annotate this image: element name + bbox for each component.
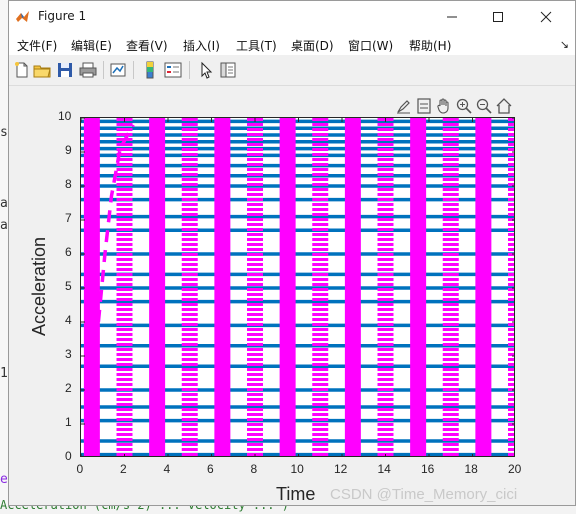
- watermark: CSDN @Time_Memory_cici: [330, 486, 518, 503]
- toolbar-separator: [189, 61, 190, 79]
- menu-file[interactable]: 文件(F): [17, 37, 57, 54]
- link-icon[interactable]: [109, 61, 127, 79]
- y-tick-label: 1: [65, 415, 72, 429]
- close-icon: [540, 11, 552, 22]
- toolbar-separator: [133, 61, 134, 79]
- save-icon[interactable]: [56, 61, 74, 79]
- background-fragment: e: [0, 472, 8, 487]
- x-tick-label: 14: [377, 462, 391, 476]
- title-bar: Figure 1: [9, 1, 575, 32]
- y-tick-label: 7: [65, 211, 72, 225]
- x-tick-label: 20: [508, 462, 522, 476]
- x-tick-label: 18: [464, 462, 478, 476]
- x-tick-label: 6: [207, 462, 214, 476]
- open-file-icon[interactable]: [33, 61, 51, 79]
- menu-desktop[interactable]: 桌面(D): [291, 37, 334, 54]
- x-tick-label: 0: [76, 462, 84, 476]
- home-icon[interactable]: [495, 97, 513, 115]
- background-fragment: s: [0, 125, 8, 140]
- maximize-button[interactable]: [475, 1, 521, 32]
- minimize-button[interactable]: [429, 1, 475, 32]
- background-fragment: a: [0, 218, 8, 233]
- x-tick-label: 10: [290, 462, 304, 476]
- data-tips-icon[interactable]: [415, 97, 433, 115]
- axes-toolbar: [395, 97, 515, 115]
- menu-view[interactable]: 查看(V): [126, 37, 168, 54]
- menu-bar: 文件(F) 编辑(E) 查看(V) 插入(I) 工具(T) 桌面(D) 窗口(W…: [9, 32, 575, 55]
- close-button[interactable]: [523, 1, 569, 32]
- new-figure-icon[interactable]: [13, 61, 31, 79]
- x-tick-label: 16: [421, 462, 435, 476]
- y-tick-label: 0: [65, 449, 72, 463]
- x-tick-label: 8: [250, 462, 258, 476]
- minimize-icon: [447, 16, 457, 17]
- menu-tools[interactable]: 工具(T): [236, 37, 277, 54]
- background-editor-strip: [0, 0, 8, 514]
- colorbar-icon[interactable]: [141, 61, 159, 79]
- toolbar-separator: [103, 61, 104, 79]
- menu-edit[interactable]: 编辑(E): [71, 37, 112, 54]
- brush-icon[interactable]: [395, 97, 413, 115]
- x-tick-label: 2: [120, 462, 127, 476]
- zoom-in-icon[interactable]: [455, 97, 473, 115]
- pan-icon[interactable]: [435, 97, 453, 115]
- menu-window[interactable]: 窗口(W): [348, 37, 393, 54]
- window-title: Figure 1: [38, 9, 87, 23]
- y-tick-label: 6: [65, 245, 72, 259]
- legend-icon[interactable]: [164, 61, 182, 79]
- background-fragment: a: [0, 196, 8, 211]
- y-tick-label: 8: [65, 177, 72, 191]
- menu-overflow-icon[interactable]: ↘: [560, 38, 569, 51]
- matlab-logo-icon: [16, 11, 29, 22]
- x-tick-label: 12: [334, 462, 348, 476]
- plot-axes[interactable]: [80, 117, 515, 457]
- menu-insert[interactable]: 插入(I): [183, 37, 220, 54]
- y-tick-label: 9: [65, 143, 72, 157]
- y-tick-label: 10: [58, 109, 72, 123]
- maximize-icon: [493, 11, 503, 22]
- zoom-out-icon[interactable]: [475, 97, 493, 115]
- figure-toolbar: [9, 55, 575, 86]
- y-tick-label: 3: [65, 347, 72, 361]
- x-tick-label: 4: [163, 462, 171, 476]
- y-tick-label: 5: [65, 279, 72, 293]
- x-axis-label: Time: [276, 484, 316, 504]
- pointer-icon[interactable]: [197, 61, 215, 79]
- y-tick-label: 4: [65, 313, 72, 327]
- plot-canvas: [81, 118, 514, 456]
- background-fragment: 1: [0, 366, 8, 381]
- property-inspector-icon[interactable]: [219, 61, 237, 79]
- print-icon[interactable]: [79, 61, 97, 79]
- y-tick-label: 2: [65, 381, 72, 395]
- menu-help[interactable]: 帮助(H): [409, 37, 451, 54]
- y-axis-label: Acceleration: [29, 236, 50, 337]
